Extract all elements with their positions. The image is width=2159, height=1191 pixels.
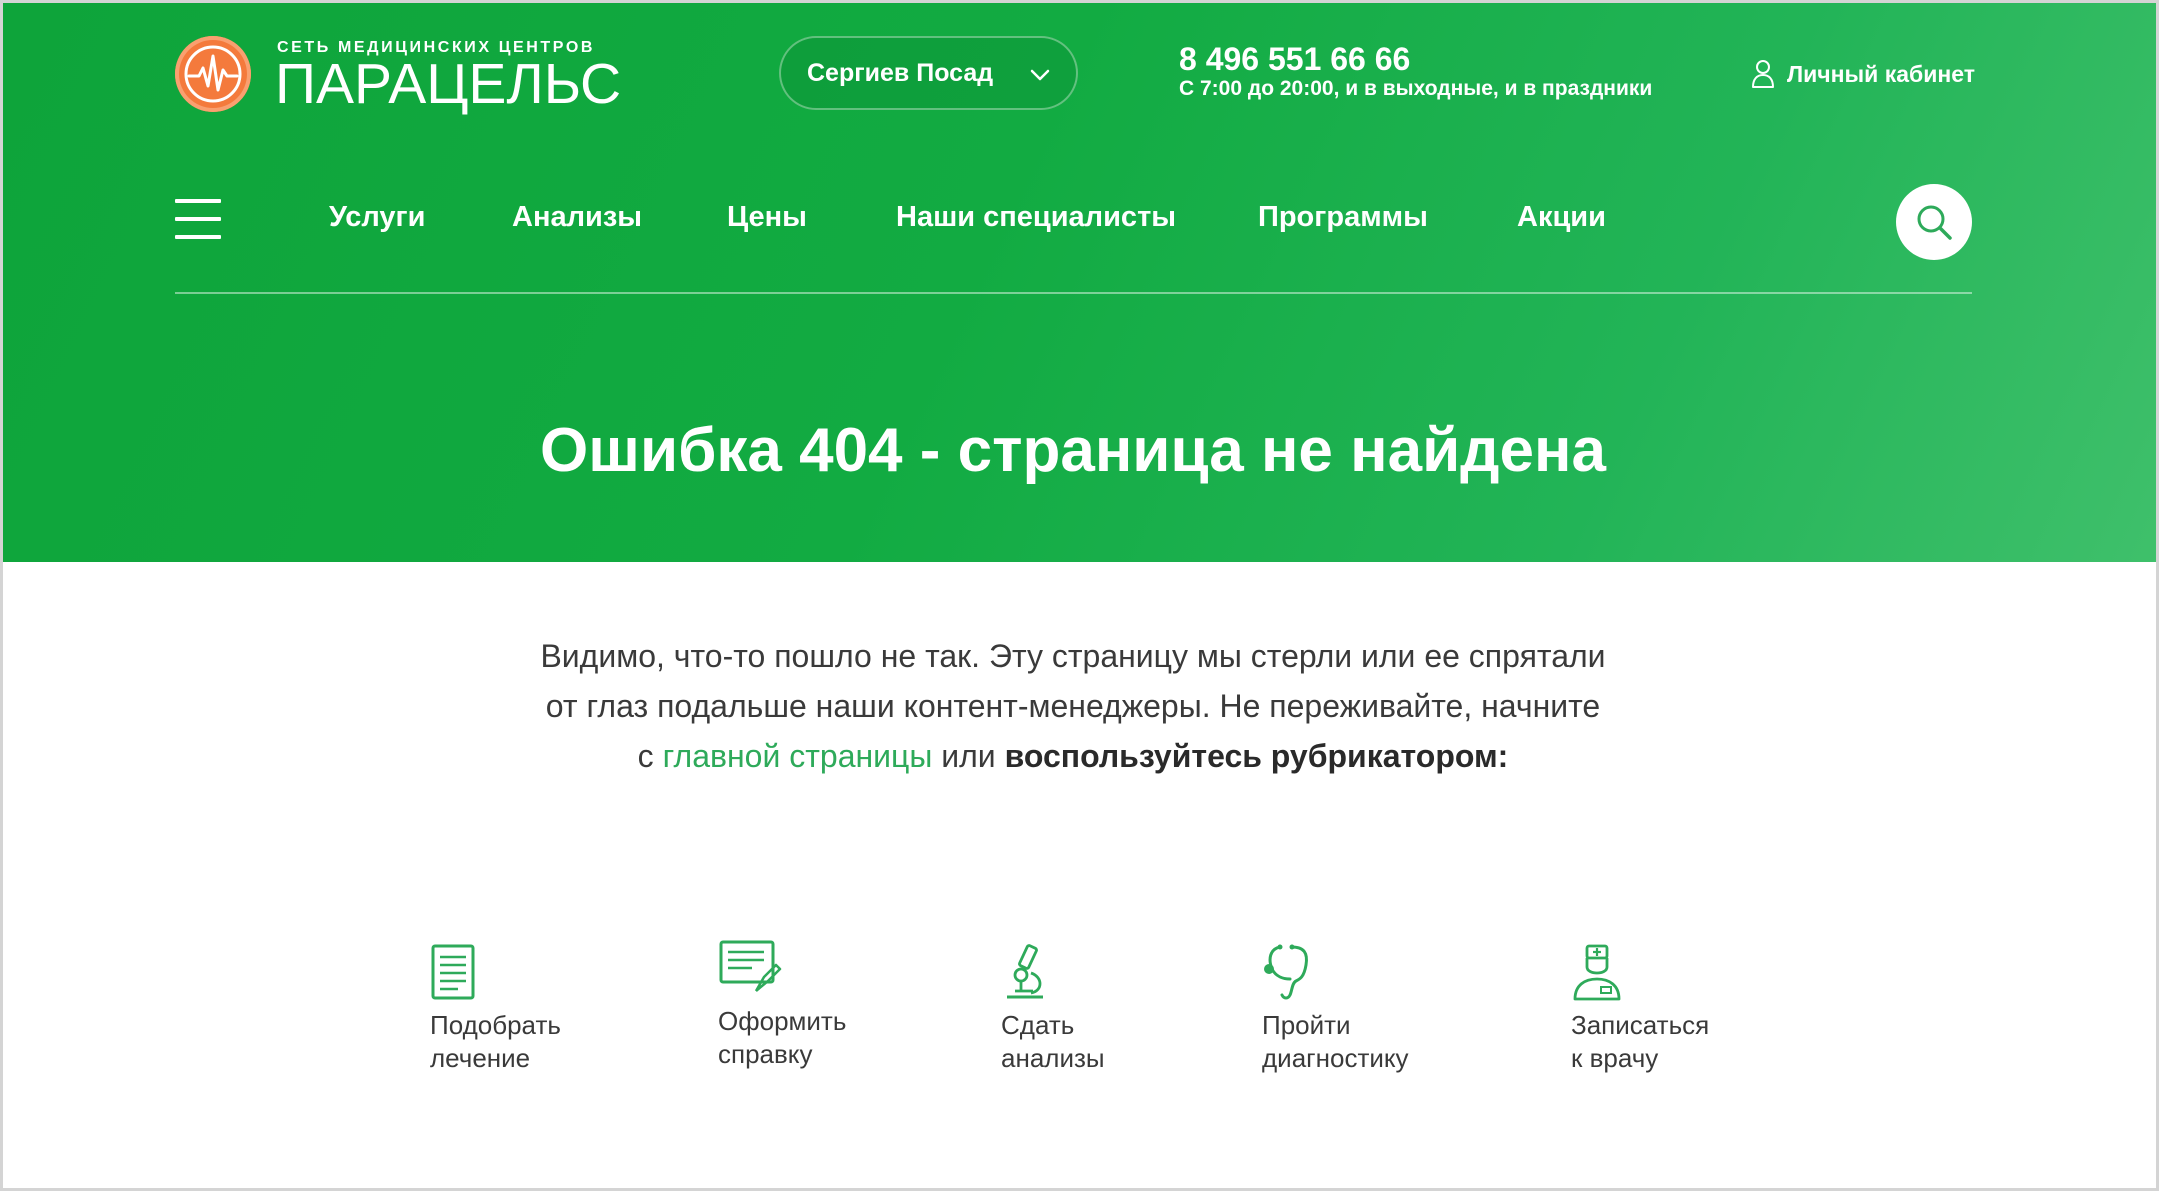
- nav-item-services[interactable]: Услуги: [329, 201, 425, 234]
- nav-item-analyses[interactable]: Анализы: [512, 201, 642, 234]
- rubric-get-certificate[interactable]: Оформить справку: [718, 939, 846, 1071]
- user-icon: [1752, 60, 1774, 88]
- error-message-line-2: от глаз подальше наши контент-менеджеры.…: [545, 688, 1601, 724]
- logo-name: ПАРАЦЕЛЬС: [275, 52, 622, 116]
- certificate-pen-icon: [719, 940, 782, 992]
- page-title: Ошибка 404 - страница не найдена: [540, 416, 1606, 485]
- heartbeat-icon: [175, 36, 251, 112]
- error-message-line-3: с главной страницы или воспользуйтесь ру…: [473, 731, 1673, 781]
- phone-number[interactable]: 8 496 551 66 66: [1179, 41, 1410, 78]
- rubric-take-tests[interactable]: Сдать анализы: [1001, 943, 1105, 1075]
- personal-cabinet-label: Личный кабинет: [1787, 60, 1975, 87]
- error-message-prefix: с: [637, 738, 654, 774]
- rubric-select-treatment[interactable]: Подобрать лечение: [430, 943, 561, 1075]
- rubric-label-line-2: лечение: [430, 1043, 531, 1073]
- rubric-book-doctor[interactable]: Записаться к врачу: [1571, 943, 1709, 1075]
- page-frame: СЕТЬ МЕДИЦИНСКИХ ЦЕНТРОВ ПАРАЦЕЛЬС Серги…: [0, 0, 2159, 1191]
- nav-item-programs[interactable]: Программы: [1258, 201, 1428, 234]
- nav-item-prices[interactable]: Цены: [727, 201, 807, 234]
- doctor-icon: [1573, 944, 1621, 1001]
- personal-cabinet-link[interactable]: Личный кабинет: [1751, 59, 1975, 89]
- error-message-line-1: Видимо, что-то пошло не так. Эту страниц…: [540, 638, 1606, 674]
- document-list-icon: [431, 944, 475, 1000]
- rubric-label-line-2: справку: [718, 1039, 813, 1069]
- microscope-icon: [1007, 944, 1043, 999]
- rubric-label-line-1: Пройти: [1262, 1010, 1351, 1040]
- error-message: Видимо, что-то пошло не так. Эту страниц…: [473, 631, 1673, 781]
- search-icon: [1917, 205, 1952, 240]
- rubric-label-line-2: диагностику: [1262, 1043, 1409, 1073]
- rubric-label-line-1: Записаться: [1571, 1010, 1710, 1040]
- chevron-down-icon: [1030, 69, 1050, 81]
- stethoscope-icon: [1264, 944, 1308, 1000]
- rubric-label-line-2: к врачу: [1571, 1043, 1659, 1073]
- logo[interactable]: СЕТЬ МЕДИЦИНСКИХ ЦЕНТРОВ ПАРАЦЕЛЬС: [175, 36, 621, 116]
- city-select-value: Сергиев Посад: [807, 58, 994, 87]
- main-nav: Услуги Анализы Цены Наши специалисты Про…: [3, 201, 2156, 241]
- rubricator-text: воспользуйтесь рубрикатором:: [1004, 738, 1509, 774]
- rubric-label-line-1: Сдать: [1001, 1010, 1075, 1040]
- nav-item-specialists[interactable]: Наши специалисты: [896, 201, 1176, 234]
- header-divider: [175, 292, 1972, 294]
- city-select[interactable]: Сергиев Посад: [779, 36, 1078, 110]
- rubric-label-line-1: Подобрать: [430, 1010, 561, 1040]
- working-hours: С 7:00 до 20:00, и в выходные, и в празд…: [1179, 77, 1653, 100]
- rubric-diagnostics[interactable]: Пройти диагностику: [1262, 943, 1409, 1075]
- error-message-or: или: [941, 738, 996, 774]
- rubric-label-line-1: Оформить: [718, 1006, 847, 1036]
- nav-item-promotions[interactable]: Акции: [1517, 201, 1606, 234]
- search-button[interactable]: [1896, 184, 1972, 260]
- home-page-link[interactable]: главной страницы: [663, 738, 933, 774]
- header-hero: СЕТЬ МЕДИЦИНСКИХ ЦЕНТРОВ ПАРАЦЕЛЬС Серги…: [3, 3, 2156, 562]
- rubric-label-line-2: анализы: [1001, 1043, 1105, 1073]
